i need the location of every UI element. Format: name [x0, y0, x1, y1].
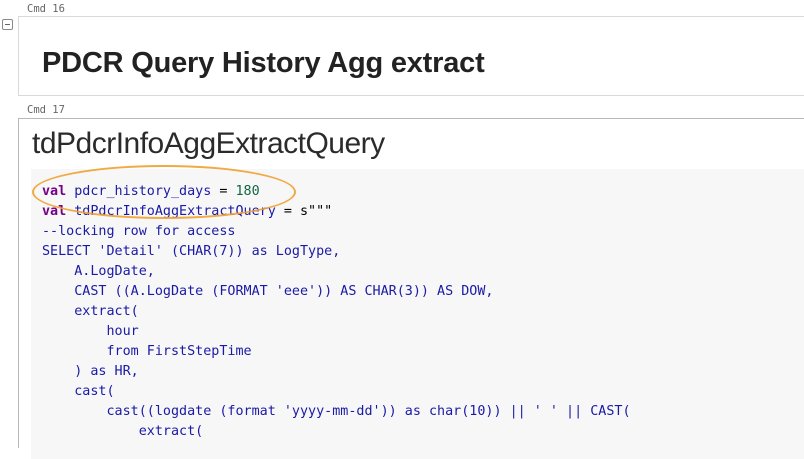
code-line: A.LogDate, [42, 264, 155, 279]
cmd-label: Cmd 17 [27, 104, 65, 116]
code-line: extract( [42, 304, 139, 319]
code-line: CAST ((A.LogDate (FORMAT 'eee')) AS CHAR… [42, 284, 494, 299]
highlight-annotation [32, 165, 296, 219]
code-line: from FirstStepTime [42, 344, 252, 359]
code-line: extract( [42, 424, 204, 439]
code-line: hour [42, 324, 139, 339]
code-line: ) as HR, [42, 364, 139, 379]
cmd-label: Cmd 16 [27, 3, 65, 15]
code-line: SELECT 'Detail' (CHAR(7)) as LogType, [42, 244, 341, 259]
cell-title: tdPdcrInfoAggExtractQuery [32, 127, 385, 160]
collapse-icon[interactable] [2, 19, 13, 30]
code-line: cast( [42, 384, 115, 399]
cell-heading: PDCR Query History Agg extract [42, 47, 485, 79]
code-line: cast((logdate (format 'yyyy-mm-dd')) as … [42, 404, 631, 419]
code-line: --locking row for access [42, 224, 236, 239]
markdown-cell[interactable]: PDCR Query History Agg extract [18, 16, 804, 96]
